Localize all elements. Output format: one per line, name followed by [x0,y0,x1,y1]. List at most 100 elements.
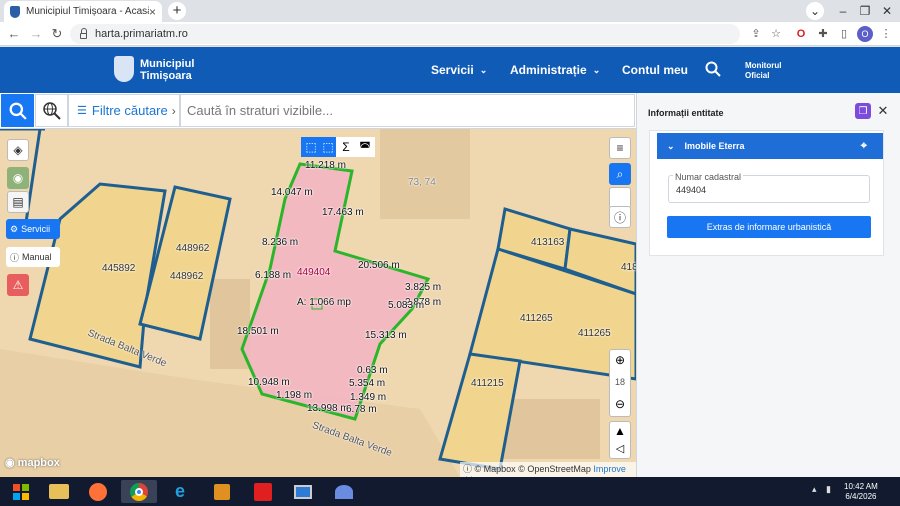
search-icon[interactable] [705,61,721,77]
new-tab-button[interactable]: + [168,2,186,20]
parcel-label: 411265 [578,328,611,339]
tray-expand-icon[interactable]: ▴ [812,484,817,495]
copy-panel-button[interactable]: ❐ [855,103,871,119]
visibility-button[interactable]: ◉ [7,167,29,189]
info-icon: ⓘ [613,210,626,225]
tab-title: Municipiul Timișoara - Acasă [26,6,149,17]
share-icon[interactable]: ⇪ [748,26,764,42]
zoom-in-icon[interactable]: ⊕ [610,353,630,367]
profile-avatar[interactable]: O [857,26,873,42]
browser-menu-icon[interactable]: ⋮ [878,26,894,42]
mapbox-logo[interactable]: ◉ mapbox [5,456,60,469]
ruler-icon: ◚ [359,140,371,154]
sum-tool-button[interactable]: Σ [336,137,356,157]
logo-line1: Municipiul [140,58,195,70]
rotate-icon[interactable]: ◁ [610,442,630,455]
monitorul-oficial-link[interactable]: Monitorul Oficial [745,61,781,81]
parcel-label: 448962 [170,271,204,282]
site-favicon-icon [10,5,20,18]
computer-taskbar-icon[interactable] [285,480,321,503]
browser-tab[interactable]: Municipiul Timișoara - Acasă × [4,1,162,22]
servicii-button[interactable]: ⚙ Servicii [6,219,60,239]
info-tool-button[interactable]: ⓘ [609,206,631,228]
measurement-label: 3.825 m [405,282,442,293]
menu-administratie[interactable]: Administrație ⌄ [510,63,600,77]
search-filters-button[interactable]: ☰ Filtre căutare › [68,94,180,127]
internet-explorer-taskbar-icon[interactable]: e [162,480,198,503]
parcel-label: 411215 [471,378,504,389]
close-panel-button[interactable]: ✕ [875,103,891,119]
chrome-taskbar-icon[interactable] [121,480,157,503]
map-search-button[interactable] [35,94,68,127]
filters-label: Filtre căutare [91,103,168,118]
measurement-label: 6.78 m [346,404,377,415]
file-explorer-taskbar-icon[interactable] [41,480,77,503]
zoom-out-icon[interactable]: ⊖ [610,397,630,411]
search-icon: ⌕ [616,166,624,181]
urban-info-extract-button[interactable]: Extras de informare urbanistică [667,216,871,238]
measurement-label: 5.083 m [388,300,425,311]
measurement-label: 1.349 m [350,392,387,403]
side-panel-icon[interactable]: ▯ [836,26,852,42]
map-search-tool-button[interactable]: ⌕ [609,163,631,185]
legend-button[interactable]: ▤ [7,191,29,213]
entity-info-panel: Informații entitate ❐ ✕ ⌄ Imobile Eterra… [636,93,900,477]
parcel-label: 445892 [102,263,136,274]
measurement-label: 14.047 m [271,187,313,198]
minimize-icon[interactable]: – [832,2,854,20]
measurement-label: 0.63 m [357,365,388,376]
timisoara-crest-icon[interactable] [114,56,134,82]
measurement-label: 11.218 m [305,160,346,171]
site-header: Municipiul Timișoara Servicii ⌄ Administr… [0,47,900,93]
mapbox-attribution-link[interactable]: © Mapbox [475,464,516,474]
servicii-label: Servicii [21,224,51,234]
layer-search-input[interactable]: Caută în straturi vizibile... [180,94,635,127]
site-logo-text[interactable]: Municipiul Timișoara [140,58,194,82]
measurement-label: 18.501 m [237,326,279,337]
firefox-taskbar-icon[interactable] [80,480,116,503]
extensions-puzzle-icon[interactable]: ✚ [815,26,831,42]
selection-icon: ⬚ [322,140,334,154]
building [500,399,600,459]
north-arrow-icon[interactable]: ▲ [610,424,630,438]
media-player-taskbar-icon[interactable] [204,480,240,503]
area-label: A: 1.066 mp [297,297,351,308]
opera-extension-icon[interactable]: O [793,26,809,42]
area-select-tool-button[interactable]: ⬚ [318,137,338,157]
network-icon[interactable]: ▮ [826,484,831,495]
search-button[interactable] [1,94,34,127]
forward-icon[interactable]: → [27,25,45,43]
menu-servicii[interactable]: Servicii ⌄ [431,63,487,77]
parcel-label: 448962 [176,243,210,254]
back-icon[interactable]: ← [5,25,23,43]
app-taskbar-icon[interactable] [326,480,362,503]
list-button[interactable]: ≡ [609,137,631,159]
start-button[interactable] [3,480,39,503]
copy-icon: ❐ [858,105,868,117]
close-tab-icon[interactable]: × [149,5,156,19]
report-button[interactable]: ⚠ [7,274,29,296]
measure-tool-button[interactable]: ◚ [355,137,375,157]
map-view[interactable]: 445892 448962 448962 413163 418 411265 4… [0,129,636,477]
bookmark-star-icon[interactable]: ☆ [768,26,784,42]
menu-label: Servicii [431,63,474,77]
windows-taskbar: e ▴ ▮ 10:42 AM 6/4/2026 [0,477,900,506]
reload-icon[interactable]: ↻ [48,25,66,43]
manual-button[interactable]: ⓘ Manual [6,247,60,267]
locate-target-icon[interactable]: ⌖ [861,140,867,153]
osm-attribution-link[interactable]: © OpenStreetMap [518,464,591,474]
menu-label: Contul meu [622,63,688,77]
taskbar-clock[interactable]: 10:42 AM 6/4/2026 [844,482,878,502]
layers-button[interactable]: ◈ [7,139,29,161]
info-icon[interactable]: ⓘ [463,464,472,474]
search-icon [9,102,27,120]
legend-icon: ▤ [12,195,24,209]
maximize-icon[interactable]: ❐ [854,2,876,20]
acrobat-taskbar-icon[interactable] [245,480,281,503]
card-header-imobile-eterra[interactable]: ⌄ Imobile Eterra ⌖ [657,133,883,159]
menu-contul-meu[interactable]: Contul meu [622,63,688,77]
tab-search-icon[interactable]: ⌄ [806,2,824,20]
address-bar[interactable]: harta.primariatm.ro [70,24,740,44]
parcel-label: 413163 [531,237,565,248]
close-window-icon[interactable]: ✕ [876,2,898,20]
